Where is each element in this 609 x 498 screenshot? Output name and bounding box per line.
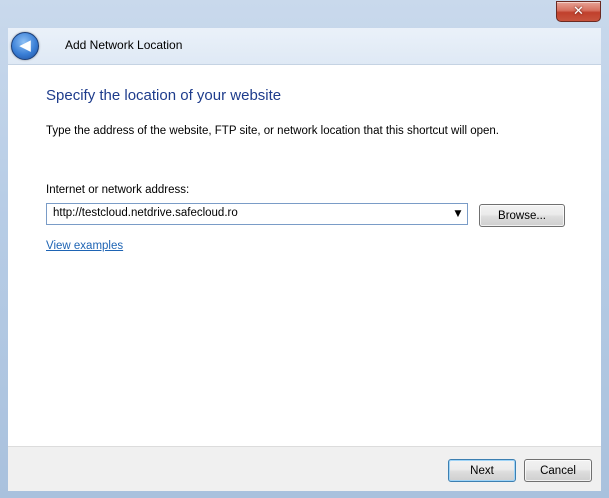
next-button[interactable]: Next [448, 459, 516, 482]
close-icon: ✕ [573, 4, 584, 19]
navigation-bar: ◀ Add Network Location [8, 28, 601, 64]
close-button[interactable]: ✕ [556, 1, 601, 22]
dropdown-arrow-icon[interactable]: ▼ [451, 205, 465, 223]
address-label: Internet or network address: [46, 184, 190, 196]
cancel-button[interactable]: Cancel [524, 459, 592, 482]
footer-bar: Next Cancel [8, 446, 601, 491]
browse-button[interactable]: Browse... [479, 204, 565, 227]
view-examples-link[interactable]: View examples [46, 240, 123, 252]
title-bar[interactable]: ✕ [0, 0, 609, 28]
content-pane: Specify the location of your website Typ… [8, 64, 601, 447]
address-combobox[interactable]: http://testcloud.netdrive.safecloud.ro ▼ [46, 203, 468, 225]
window-title: Add Network Location [65, 38, 183, 52]
page-heading: Specify the location of your website [46, 87, 282, 104]
back-arrow-icon: ◀ [19, 36, 31, 54]
back-button[interactable]: ◀ [11, 32, 39, 60]
page-description: Type the address of the website, FTP sit… [46, 125, 499, 137]
address-input[interactable]: http://testcloud.netdrive.safecloud.ro [53, 207, 238, 219]
window-frame: ✕ ◀ Add Network Location Specify the loc… [0, 0, 609, 498]
